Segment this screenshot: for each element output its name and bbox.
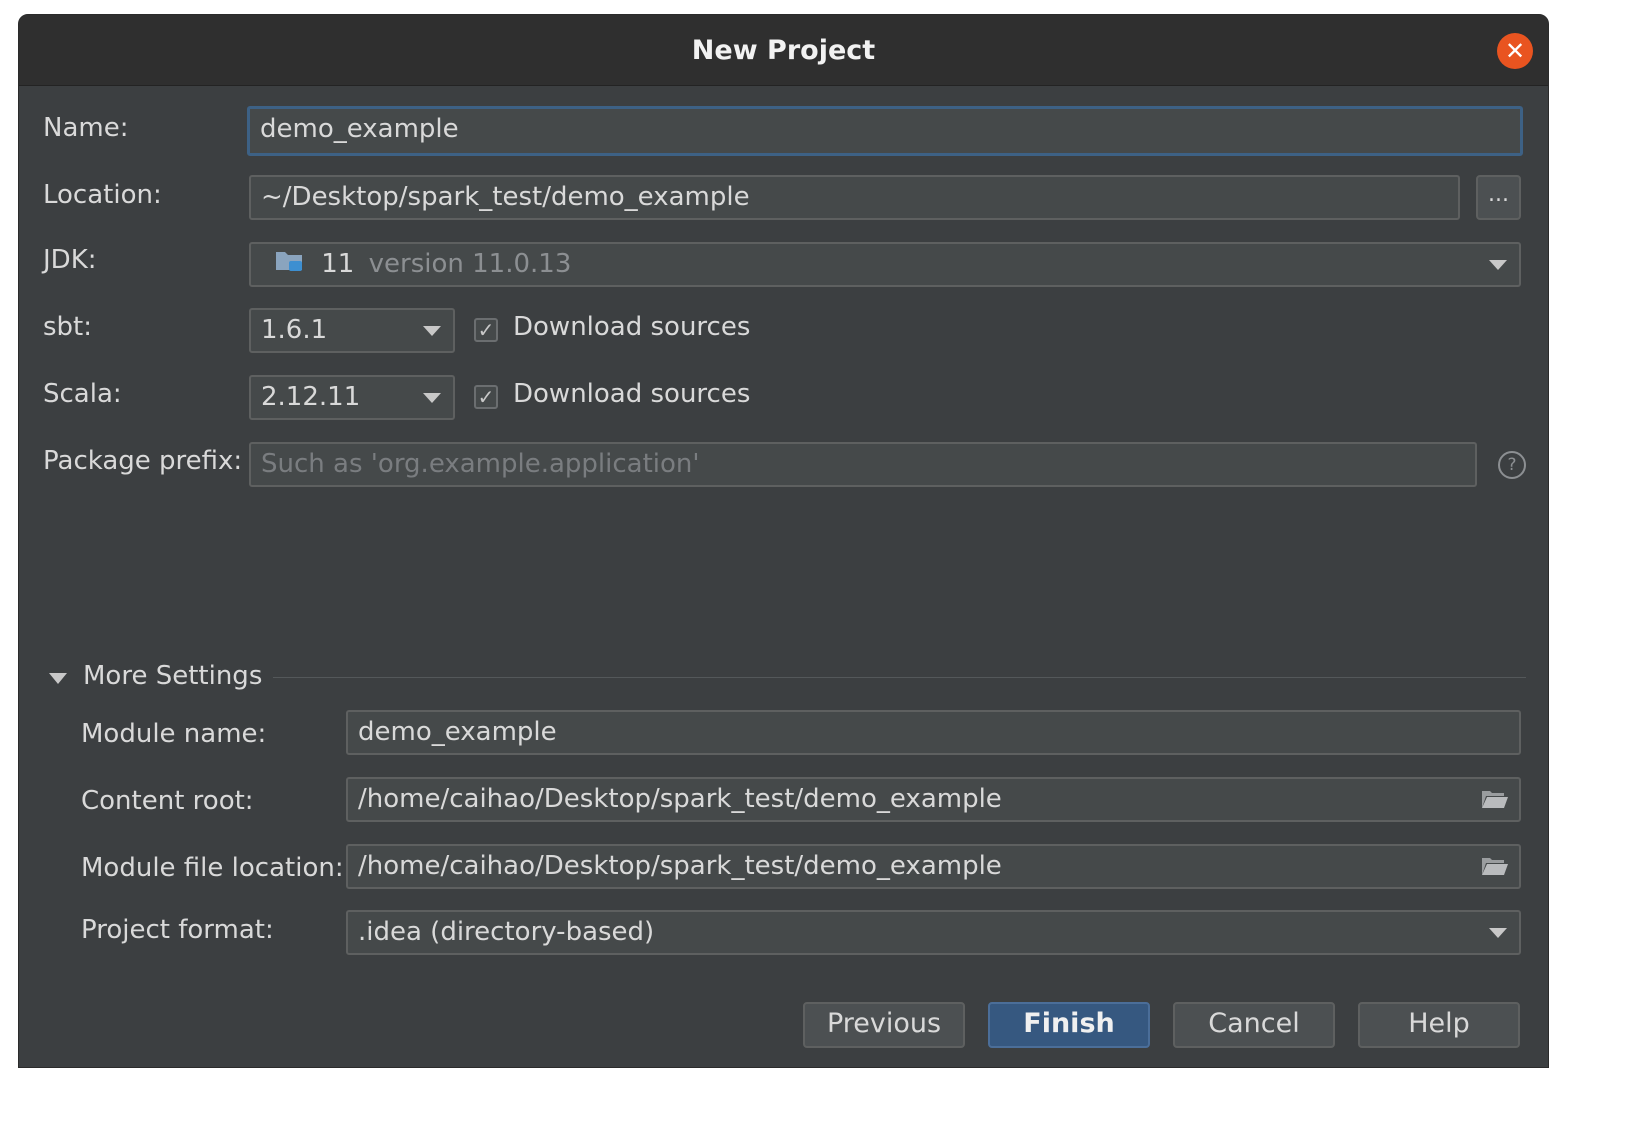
folder-icon[interactable]	[1481, 856, 1509, 876]
more-settings-toggle[interactable]: More Settings	[47, 661, 287, 695]
package-prefix-input[interactable]: Such as 'org.example.application'	[249, 442, 1477, 487]
triangle-down-icon	[49, 673, 67, 684]
package-prefix-placeholder: Such as 'org.example.application'	[261, 449, 700, 479]
jdk-select[interactable]: 11 version 11.0.13	[249, 242, 1521, 287]
jdk-number: 11	[321, 249, 355, 279]
more-settings-divider	[273, 677, 1526, 678]
folder-icon[interactable]	[1481, 789, 1509, 809]
sbt-download-sources-label[interactable]: Download sources	[513, 312, 750, 342]
checkmark-icon: ✓	[477, 318, 495, 342]
package-prefix-label: Package prefix:	[43, 446, 243, 476]
close-icon: ✕	[1504, 37, 1526, 65]
help-button-label: Help	[1408, 1008, 1470, 1039]
scala-label: Scala:	[43, 379, 122, 409]
project-format-value: .idea (directory-based)	[358, 917, 655, 947]
checkmark-icon: ✓	[477, 385, 495, 409]
name-input[interactable]: demo_example	[247, 106, 1523, 156]
scala-download-sources-label[interactable]: Download sources	[513, 379, 750, 409]
module-name-label: Module name:	[81, 719, 267, 749]
chevron-down-icon	[423, 326, 441, 336]
content-root-input[interactable]: /home/caihao/Desktop/spark_test/demo_exa…	[346, 777, 1521, 822]
module-file-location-label: Module file location:	[81, 853, 344, 883]
scala-version-select[interactable]: 2.12.11	[249, 375, 455, 420]
module-name-value: demo_example	[358, 717, 557, 747]
module-file-location-value: /home/caihao/Desktop/spark_test/demo_exa…	[358, 851, 1002, 881]
project-format-select[interactable]: .idea (directory-based)	[346, 910, 1521, 955]
close-button[interactable]: ✕	[1497, 33, 1533, 69]
name-input-value: demo_example	[260, 114, 459, 144]
content-root-value: /home/caihao/Desktop/spark_test/demo_exa…	[358, 784, 1002, 814]
sbt-label: sbt:	[43, 312, 93, 342]
chevron-down-icon	[1489, 260, 1507, 270]
previous-button[interactable]: Previous	[803, 1002, 965, 1048]
browse-button-label: ...	[1488, 182, 1509, 207]
chevron-down-icon	[1489, 928, 1507, 938]
jdk-version: version 11.0.13	[368, 249, 572, 279]
jdk-label: JDK:	[43, 245, 97, 275]
sbt-version-value: 1.6.1	[261, 315, 328, 345]
chevron-down-icon	[423, 393, 441, 403]
previous-button-label: Previous	[826, 1008, 942, 1039]
browse-button[interactable]: ...	[1476, 175, 1521, 220]
location-input[interactable]: ~/Desktop/spark_test/demo_example	[249, 175, 1460, 220]
question-icon[interactable]: ?	[1498, 451, 1526, 479]
scala-download-sources-checkbox[interactable]: ✓	[474, 385, 498, 409]
more-settings-title: More Settings	[83, 661, 263, 691]
name-label: Name:	[43, 113, 129, 143]
jdk-folder-icon	[275, 245, 305, 285]
title-bar[interactable]: New Project ✕	[19, 15, 1548, 86]
sbt-download-sources-checkbox[interactable]: ✓	[474, 318, 498, 342]
scala-version-value: 2.12.11	[261, 382, 361, 412]
sbt-version-select[interactable]: 1.6.1	[249, 308, 455, 353]
dialog-title: New Project	[691, 35, 876, 66]
finish-button[interactable]: Finish	[988, 1002, 1150, 1048]
cancel-button-label: Cancel	[1208, 1008, 1300, 1039]
content-root-label: Content root:	[81, 786, 254, 816]
location-label: Location:	[43, 180, 162, 210]
module-name-input[interactable]: demo_example	[346, 710, 1521, 755]
module-file-location-input[interactable]: /home/caihao/Desktop/spark_test/demo_exa…	[346, 844, 1521, 889]
location-input-value: ~/Desktop/spark_test/demo_example	[261, 182, 750, 212]
help-button[interactable]: Help	[1358, 1002, 1520, 1048]
cancel-button[interactable]: Cancel	[1173, 1002, 1335, 1048]
new-project-dialog: New Project ✕ Name: demo_example Locatio…	[18, 14, 1549, 1068]
finish-button-label: Finish	[1023, 1008, 1115, 1039]
project-format-label: Project format:	[81, 915, 274, 945]
